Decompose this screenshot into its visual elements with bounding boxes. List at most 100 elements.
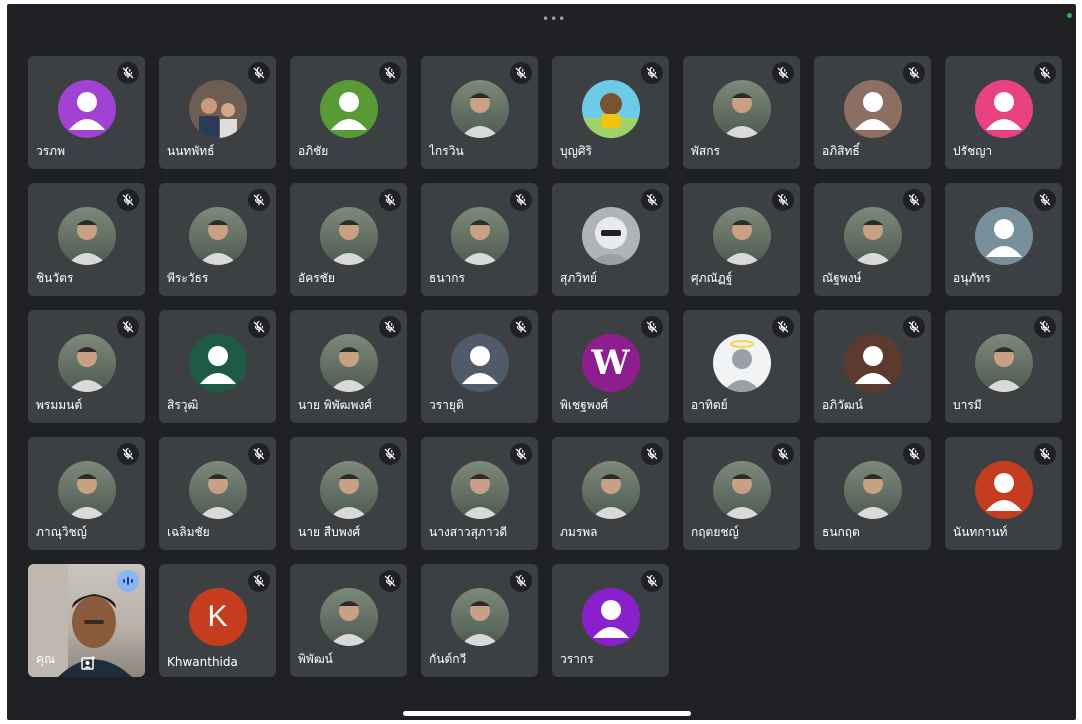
participant-tile[interactable]: อภิสิทธิ์ <box>814 56 931 169</box>
mic-off-icon <box>510 570 532 592</box>
participant-name: ณัฐพงษ์ <box>822 271 862 285</box>
participant-tile[interactable]: พิพัฒน์ <box>290 564 407 677</box>
avatar-initial: K <box>207 599 228 633</box>
participant-tile[interactable]: บารมี <box>945 310 1062 423</box>
participant-tile[interactable]: วรายุติ <box>421 310 538 423</box>
participant-tile[interactable]: อภิชัย <box>290 56 407 169</box>
participant-tile[interactable]: อัครชัย <box>290 183 407 296</box>
participant-name: ปรัชญา <box>953 144 993 158</box>
avatar <box>712 333 771 392</box>
mic-off-icon <box>510 316 532 338</box>
mic-off-icon <box>641 189 663 211</box>
participant-tile[interactable]: นนทพัทธ์ <box>159 56 276 169</box>
participant-tile[interactable]: ธนากร <box>421 183 538 296</box>
participant-tile[interactable]: วรากร <box>552 564 669 677</box>
participant-tile[interactable]: นางสาวสุภาวดี <box>421 437 538 550</box>
participant-name: นาย พิพัฒพงศ์ <box>298 398 372 412</box>
participant-tile[interactable]: ไกรวิน <box>421 56 538 169</box>
mic-off-icon <box>379 570 401 592</box>
mic-off-icon <box>510 443 532 465</box>
mic-off-icon <box>772 443 794 465</box>
mic-off-icon <box>379 189 401 211</box>
mic-off-icon <box>117 189 139 211</box>
participant-name: อาทิตย์ <box>691 398 728 412</box>
participant-tile[interactable]: นันทกานท์ <box>945 437 1062 550</box>
mic-off-icon <box>772 62 794 84</box>
participant-tile[interactable]: K Khwanthida <box>159 564 276 677</box>
participant-tile[interactable]: สุภวิทย์ <box>552 183 669 296</box>
avatar <box>57 460 116 519</box>
participant-name: บารมี <box>953 398 982 412</box>
participant-tile[interactable]: บุญศิริ <box>552 56 669 169</box>
avatar <box>188 206 247 265</box>
participant-tile[interactable]: ณัฐพงษ์ <box>814 183 931 296</box>
avatar <box>581 79 640 138</box>
avatar <box>188 333 247 392</box>
participant-tile[interactable]: พัสกร <box>683 56 800 169</box>
avatar <box>974 206 1033 265</box>
participant-tile[interactable]: อภิวัฒน์ <box>814 310 931 423</box>
participant-tile[interactable]: คุณ <box>28 564 145 677</box>
participant-tile[interactable]: วรภพ <box>28 56 145 169</box>
mic-off-icon <box>1034 443 1056 465</box>
camera-effects-icon[interactable] <box>80 655 96 671</box>
participant-tile[interactable]: ศุภณัฏฐ์ <box>683 183 800 296</box>
participant-tile[interactable]: พรมมนต์ <box>28 310 145 423</box>
avatar <box>57 206 116 265</box>
participant-name: นันทกานท์ <box>953 525 1008 539</box>
participant-tile[interactable]: ธนกฤต <box>814 437 931 550</box>
participant-tile[interactable]: กันต์กวี <box>421 564 538 677</box>
mic-off-icon <box>117 62 139 84</box>
participant-name: ภมรพล <box>560 525 598 539</box>
participant-name: Khwanthida <box>167 655 238 669</box>
participant-name: สิรวุฒิ <box>167 398 199 412</box>
home-indicator[interactable] <box>403 711 691 716</box>
avatar: W <box>581 333 640 392</box>
avatar <box>450 333 509 392</box>
participant-tile[interactable]: ภมรพล <box>552 437 669 550</box>
participant-tile[interactable]: พีระวัธร <box>159 183 276 296</box>
participant-name: ศุภณัฏฐ์ <box>691 271 733 285</box>
participant-tile[interactable]: เฉลิมชัย <box>159 437 276 550</box>
participant-tile[interactable]: อนุภัทร <box>945 183 1062 296</box>
avatar <box>581 460 640 519</box>
mic-off-icon <box>903 316 925 338</box>
participant-tile[interactable]: นาย พิพัฒพงศ์ <box>290 310 407 423</box>
mic-off-icon <box>903 62 925 84</box>
mic-off-icon <box>641 443 663 465</box>
avatar <box>974 460 1033 519</box>
mic-off-icon <box>510 189 532 211</box>
participant-name: อภิสิทธิ์ <box>822 144 860 158</box>
avatar <box>319 333 378 392</box>
participant-name: อภิชัย <box>298 144 329 158</box>
mic-off-icon <box>1034 316 1056 338</box>
mic-off-icon <box>641 570 663 592</box>
mic-off-icon <box>248 62 270 84</box>
mic-off-icon <box>510 62 532 84</box>
participant-tile[interactable]: ชินวัตร <box>28 183 145 296</box>
mic-off-icon <box>379 62 401 84</box>
participant-tile[interactable]: สิรวุฒิ <box>159 310 276 423</box>
avatar <box>712 460 771 519</box>
mic-off-icon <box>248 570 270 592</box>
participant-tile[interactable]: อาทิตย์ <box>683 310 800 423</box>
meeting-screen: ••• วรภพ นนทพัทธ์ อภิชัย ไกรวิน บุญศิริ พัสกร… <box>7 4 1076 720</box>
participant-tile[interactable]: ภาณุวิชญ์ <box>28 437 145 550</box>
avatar <box>974 333 1033 392</box>
participant-tile[interactable]: กฤตยชญ์ <box>683 437 800 550</box>
participant-name: วรภพ <box>36 144 66 158</box>
participant-name: อภิวัฒน์ <box>822 398 863 412</box>
mic-off-icon <box>772 316 794 338</box>
avatar <box>843 79 902 138</box>
participant-tile[interactable]: W พิเชฐพงศ์ <box>552 310 669 423</box>
avatar-initial: W <box>591 342 630 383</box>
participant-tile[interactable]: นาย สืบพงศ์ <box>290 437 407 550</box>
avatar <box>712 206 771 265</box>
more-options-handle[interactable]: ••• <box>542 13 566 25</box>
participant-name: วรากร <box>560 652 594 666</box>
avatar <box>319 460 378 519</box>
speaking-indicator-icon <box>117 570 139 592</box>
mic-off-icon <box>1034 189 1056 211</box>
avatar <box>843 206 902 265</box>
participant-tile[interactable]: ปรัชญา <box>945 56 1062 169</box>
